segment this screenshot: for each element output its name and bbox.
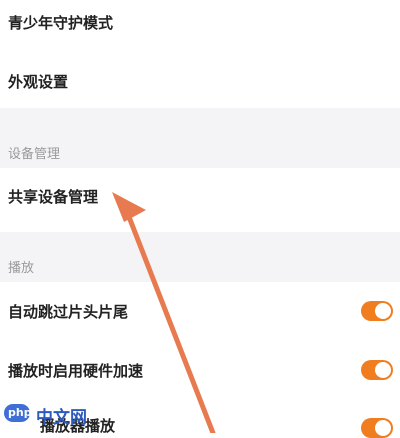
toggle-knob (375, 420, 391, 436)
partially-visible-toggle[interactable] (361, 418, 393, 438)
watermark: php 中文网 (0, 400, 110, 433)
settings-row-shared-device-management[interactable]: 共享设备管理 (0, 168, 400, 232)
settings-row-skip-intro-outro[interactable]: 自动跳过片头片尾 (0, 282, 400, 340)
section-header-device-management: 设备管理 (0, 108, 400, 168)
settings-row-label: 青少年守护模式 (8, 14, 114, 32)
settings-row-label: 自动跳过片头片尾 (8, 303, 129, 321)
settings-row-hardware-acceleration[interactable]: 播放时启用硬件加速 (0, 340, 400, 398)
settings-row-youth-mode[interactable]: 青少年守护模式 (0, 0, 400, 48)
section-title: 设备管理 (8, 147, 61, 162)
section-header-playback: 播放 (0, 232, 400, 282)
hardware-acceleration-toggle[interactable] (361, 360, 393, 380)
settings-row-appearance[interactable]: 外观设置 (0, 48, 400, 108)
skip-intro-outro-toggle[interactable] (361, 301, 393, 321)
settings-row-label: 共享设备管理 (8, 188, 99, 206)
settings-row-label: 外观设置 (8, 73, 69, 91)
watermark-text: 中文网 (36, 408, 87, 428)
settings-row-label: 播放时启用硬件加速 (8, 362, 144, 380)
toggle-knob (375, 362, 391, 378)
watermark-logo-text: php (8, 406, 32, 419)
section-title: 播放 (8, 261, 35, 276)
toggle-knob (375, 303, 391, 319)
